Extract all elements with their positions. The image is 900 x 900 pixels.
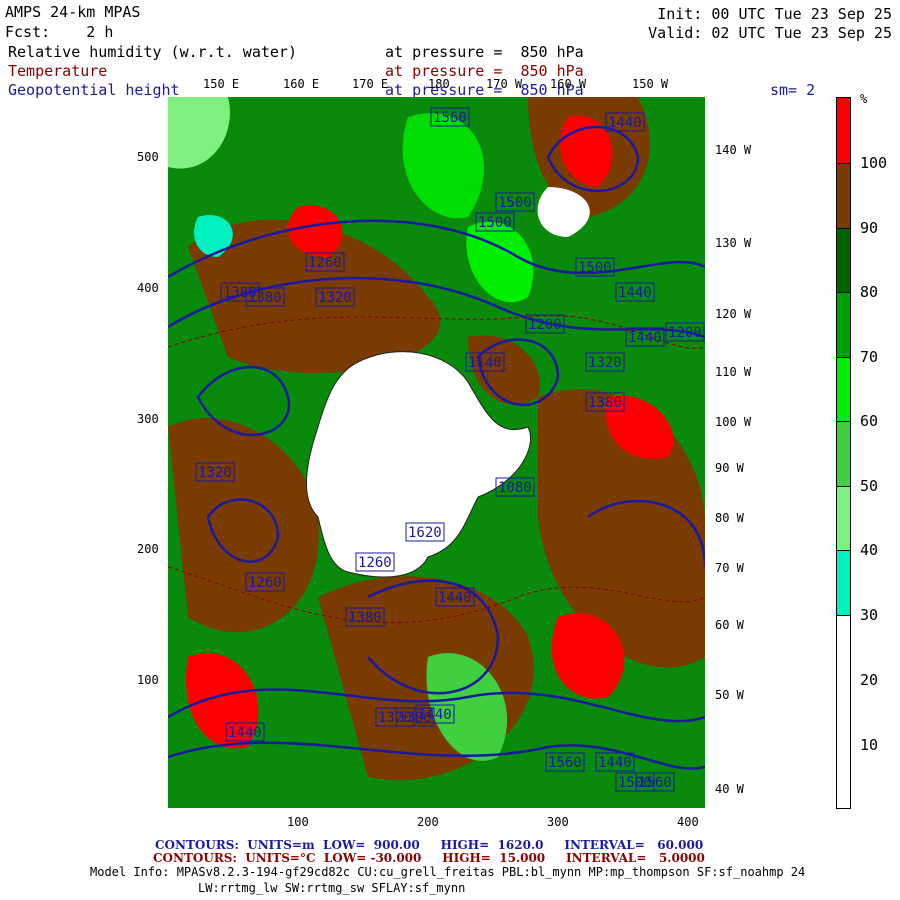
- contour-label: 1260: [248, 575, 282, 591]
- colorbar-swatch: [836, 615, 851, 809]
- colorbar-label: 30: [860, 606, 879, 624]
- contour-label: 1200: [668, 325, 702, 341]
- contour-label: 1560: [548, 755, 582, 771]
- y-label: 400: [137, 281, 159, 295]
- contour-label: 1440: [608, 115, 642, 131]
- y-label: 200: [137, 542, 159, 556]
- x-label: 400: [677, 815, 699, 829]
- colorbar-swatch: [836, 228, 851, 293]
- contour-label: 1560: [433, 110, 467, 126]
- colorbar-swatch: [836, 163, 851, 229]
- lon-label: 170 E: [352, 77, 389, 91]
- lon-label-right: 60 W: [715, 618, 744, 632]
- colorbar-label: 70: [860, 348, 879, 366]
- contour-label: 1140: [468, 355, 502, 371]
- x-label: 200: [417, 815, 439, 829]
- colorbar-swatch: [836, 486, 851, 551]
- colorbar-label: 100: [860, 154, 888, 172]
- colorbar-label: 50: [860, 477, 879, 495]
- contour-label: 1380: [588, 395, 622, 411]
- field-height: Geopotential height: [8, 81, 180, 99]
- lon-label-right: 40 W: [715, 782, 744, 796]
- contour-label: 1260: [358, 555, 392, 571]
- model-title: AMPS 24-km MPAS: [5, 3, 141, 21]
- lon-label: 180: [428, 77, 450, 91]
- lon-label: 150 E: [203, 77, 240, 91]
- y-label: 500: [137, 150, 159, 164]
- colorbar-label: 60: [860, 412, 879, 430]
- lon-label-right: 70 W: [715, 561, 744, 575]
- field-temp: Temperature: [8, 62, 108, 80]
- colorbar-label: 90: [860, 219, 879, 237]
- lon-label-right: 100 W: [715, 415, 752, 429]
- contour-label: 1500: [498, 195, 532, 211]
- lon-label: 160 W: [550, 77, 587, 91]
- contour-label: 1200: [528, 317, 562, 333]
- lon-label-right: 140 W: [715, 143, 752, 157]
- x-label: 100: [287, 815, 309, 829]
- lon-label: 150 W: [632, 77, 669, 91]
- x-label: 300: [547, 815, 569, 829]
- smoothing: sm= 2: [770, 81, 816, 99]
- contour-label: 1440: [438, 590, 472, 606]
- lon-label: 160 E: [283, 77, 320, 91]
- contour-info-temp: CONTOURS: UNITS=°C LOW= -30.000 HIGH= 15…: [153, 851, 705, 865]
- contour-label: 1380: [398, 710, 432, 726]
- colorbar-swatch: [836, 97, 851, 164]
- forecast-hour: Fcst: 2 h: [5, 23, 114, 41]
- contour-label: 1440: [618, 285, 652, 301]
- colorbar-label: 40: [860, 541, 879, 559]
- lon-label-right: 90 W: [715, 461, 744, 475]
- lon-label-right: 110 W: [715, 365, 752, 379]
- colorbar-swatch: [836, 292, 851, 358]
- colorbar-swatch: [836, 357, 851, 422]
- contour-label: 1440: [228, 725, 262, 741]
- contour-label: 1620: [408, 525, 442, 541]
- colorbar-unit: %: [860, 92, 868, 106]
- lon-label-right: 50 W: [715, 688, 744, 702]
- contour-label: 1380: [248, 290, 282, 306]
- lon-label: 170 W: [486, 77, 523, 91]
- model-info: Model Info: MPASv8.2.3-194-gf29cd82c CU:…: [90, 865, 806, 879]
- contour-label: 1560: [638, 775, 672, 791]
- y-label: 100: [137, 673, 159, 687]
- level-rh: at pressure = 850 hPa: [385, 43, 584, 61]
- contour-label: 1440: [598, 755, 632, 771]
- init-time: Init: 00 UTC Tue 23 Sep 25: [657, 5, 892, 23]
- y-label: 300: [137, 412, 159, 426]
- colorbar-label: 80: [860, 283, 879, 301]
- field-rh: Relative humidity (w.r.t. water): [8, 43, 297, 61]
- model-info-radiation: LW:rrtmg_lw SW:rrtmg_sw SFLAY:sf_mynn: [198, 881, 466, 895]
- contour-label: 1260: [308, 255, 342, 271]
- contour-info-height: CONTOURS: UNITS=m LOW= 900.00 HIGH= 1620…: [155, 838, 704, 852]
- contour-label: 1500: [478, 215, 512, 231]
- colorbar-label: 20: [860, 671, 879, 689]
- contour-label: 1440: [628, 330, 662, 346]
- valid-time: Valid: 02 UTC Tue 23 Sep 25: [648, 24, 892, 42]
- contour-label: 1320: [198, 465, 232, 481]
- colorbar-label: 10: [860, 736, 879, 754]
- rh-map: 1560 1500 1440 1500 1260 1380 1500 1440 1320 1380…: [168, 97, 705, 808]
- lon-label-right: 130 W: [715, 236, 752, 250]
- contour-label: 1380: [348, 610, 382, 626]
- contour-label: 1320: [588, 355, 622, 371]
- contour-label: 1080: [498, 480, 532, 496]
- colorbar-swatch: [836, 550, 851, 616]
- lon-label-right: 120 W: [715, 307, 752, 321]
- lon-label-right: 80 W: [715, 511, 744, 525]
- colorbar-swatch: [836, 421, 851, 487]
- contour-label: 1320: [318, 290, 352, 306]
- contour-label: 1500: [578, 260, 612, 276]
